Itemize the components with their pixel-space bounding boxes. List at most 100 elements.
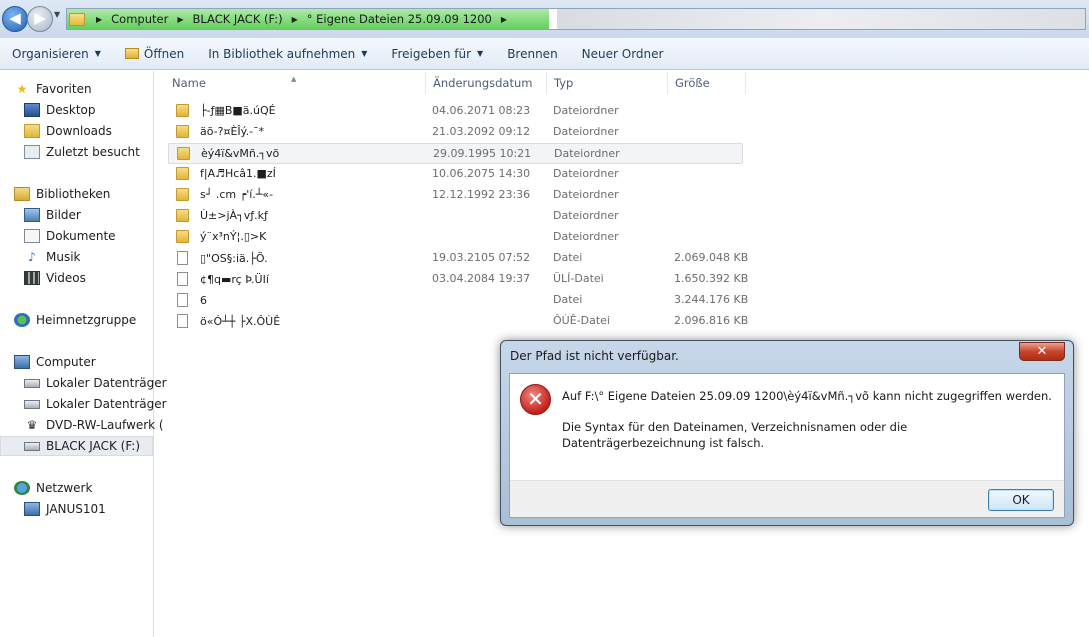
breadcrumb-drive[interactable]: BLACK JACK (F:)	[188, 12, 286, 26]
file-name-cell: ý¨x³nÝ¦.▯>K	[176, 230, 266, 243]
file-type: Dateiordner	[553, 188, 619, 201]
nav-pictures[interactable]: Bilder	[24, 205, 81, 225]
column-label: Größe	[675, 76, 710, 90]
chevron-down-icon: ▼	[477, 49, 484, 58]
file-name-cell: ö«Ó┴┼ ├X.ÔÙÊ	[176, 314, 280, 328]
chevron-right-icon[interactable]: ▶	[91, 15, 107, 24]
new-folder-button[interactable]: Neuer Ordner	[570, 47, 676, 61]
share-button[interactable]: Freigeben für ▼	[379, 47, 495, 61]
nav-label: Videos	[46, 271, 86, 285]
file-type: ÜLÍ-Datei	[553, 272, 604, 285]
nav-desktop[interactable]: Desktop	[24, 100, 96, 120]
file-type: ÔÙÊ-Datei	[553, 314, 610, 327]
file-size: 1.650.392 KB	[674, 272, 749, 285]
nav-label: Zuletzt besucht	[46, 145, 140, 159]
list-item-selected[interactable]: èý4ï&vMñ.┐võ 29.09.1995 10:21 Dateiordne…	[168, 143, 743, 164]
list-item[interactable]: ├-ƒ▦B■ä.úQÉ 04.06.2071 08:23 Dateiordner	[168, 101, 743, 122]
chevron-right-icon[interactable]: ▶	[496, 15, 512, 24]
file-type: Dateiordner	[553, 167, 619, 180]
recent-places-icon	[24, 145, 40, 159]
chevron-right-icon[interactable]: ▶	[172, 15, 188, 24]
nav-dvd-drive[interactable]: ♛ DVD-RW-Laufwerk (	[24, 415, 164, 435]
list-item[interactable]: s┘ .cm ┍'í.┴«- 12.12.1992 23:36 Dateiord…	[168, 185, 743, 206]
column-header-size[interactable]: Größe	[669, 72, 746, 94]
organize-button[interactable]: Organisieren ▼	[0, 47, 113, 61]
forward-button[interactable]: ▶	[27, 6, 53, 32]
nav-janus101[interactable]: JANUS101	[24, 499, 106, 519]
homegroup-icon	[14, 313, 30, 327]
nav-music[interactable]: ♪ Musik	[24, 247, 81, 267]
file-date: 12.12.1992 23:36	[432, 188, 531, 201]
nav-libraries[interactable]: Bibliotheken	[14, 184, 110, 204]
file-name-cell: ¢¶q▬rç Þ.ÜIí	[176, 272, 269, 286]
file-name: f|A♬Hcâ1.■zÍ	[200, 167, 276, 180]
nav-label: Bilder	[46, 208, 81, 222]
nav-downloads[interactable]: Downloads	[24, 121, 112, 141]
close-button[interactable]: ✕	[1019, 342, 1065, 361]
list-item[interactable]: ¢¶q▬rç Þ.ÜIí 03.04.2084 19:37 ÜLÍ-Datei …	[168, 269, 748, 290]
nav-favorites[interactable]: ★ Favoriten	[14, 79, 92, 99]
nav-local-disk-2[interactable]: Lokaler Datenträger	[24, 394, 167, 414]
breadcrumb-computer[interactable]: Computer	[107, 12, 172, 26]
nav-recent[interactable]: Zuletzt besucht	[24, 142, 140, 162]
nav-label: BLACK JACK (F:)	[46, 439, 141, 453]
error-detail: Die Syntax für den Dateinamen, Verzeichn…	[562, 420, 908, 450]
dialog-title: Der Pfad ist nicht verfügbar.	[510, 349, 679, 363]
file-type: Dateiordner	[553, 209, 619, 222]
documents-icon	[24, 229, 40, 243]
folder-icon	[69, 12, 85, 26]
file-size: 2.096.816 KB	[674, 314, 749, 327]
file-name: s┘ .cm ┍'í.┴«-	[200, 188, 274, 201]
nav-documents[interactable]: Dokumente	[24, 226, 116, 246]
back-button[interactable]: ◀	[2, 6, 28, 32]
sort-ascending-icon: ▲	[291, 75, 297, 83]
error-icon: ✕	[520, 384, 551, 415]
organize-label: Organisieren	[12, 46, 89, 61]
nav-homegroup[interactable]: Heimnetzgruppe	[14, 310, 136, 330]
nav-computer[interactable]: Computer	[14, 352, 96, 372]
file-name-cell: s┘ .cm ┍'í.┴«-	[176, 188, 273, 201]
list-item[interactable]: ý¨x³nÝ¦.▯>K Dateiordner	[168, 227, 743, 248]
libraries-icon	[14, 187, 30, 201]
file-type: Datei	[553, 293, 583, 306]
nav-label: Netzwerk	[36, 481, 93, 495]
burn-button[interactable]: Brennen	[495, 47, 569, 61]
nav-label: Downloads	[46, 124, 112, 138]
nav-network[interactable]: Netzwerk	[14, 478, 92, 498]
usb-drive-icon	[24, 441, 40, 451]
chevron-right-icon[interactable]: ▶	[287, 15, 303, 24]
file-icon	[177, 272, 188, 286]
open-button[interactable]: Öffnen	[113, 47, 196, 61]
dialog-body: ✕ Auf F:\° Eigene Dateien 25.09.09 1200\…	[509, 373, 1065, 518]
nav-label: DVD-RW-Laufwerk (	[46, 418, 164, 432]
file-type: Dateiordner	[553, 230, 619, 243]
nav-black-jack-drive[interactable]: BLACK JACK (F:)	[0, 436, 153, 456]
breadcrumb-folder[interactable]: ° Eigene Dateien 25.09.09 1200	[303, 12, 496, 26]
file-name-cell: äõ-?¤ÈÎý.-¯*	[176, 125, 264, 138]
add-to-library-button[interactable]: In Bibliothek aufnehmen ▼	[196, 47, 379, 61]
list-item[interactable]: ö«Ó┴┼ ├X.ÔÙÊ ÔÙÊ-Datei 2.096.816 KB	[168, 311, 748, 332]
file-icon	[177, 314, 188, 328]
nav-videos[interactable]: Videos	[24, 268, 86, 288]
history-dropdown-icon[interactable]: ▼	[54, 10, 60, 19]
nav-label: Musik	[46, 250, 81, 264]
column-header-name[interactable]: ▲ Name	[166, 72, 426, 94]
column-header-type[interactable]: Typ	[548, 72, 668, 94]
file-date: 03.04.2084 19:37	[432, 272, 531, 285]
list-item[interactable]: 6 Datei 3.244.176 KB	[168, 290, 748, 311]
nav-label: Desktop	[46, 103, 96, 117]
list-item[interactable]: Ù±>jÀ┐vƒ.kƒ Dateiordner	[168, 206, 743, 227]
file-name: ö«Ó┴┼ ├X.ÔÙÊ	[200, 314, 281, 328]
list-item[interactable]: ▯"OS§:iä.├Õ. 19.03.2105 07:52 Datei 2.06…	[168, 248, 748, 269]
list-item[interactable]: äõ-?¤ÈÎý.-¯* 21.03.2092 09:12 Dateiordne…	[168, 122, 743, 143]
folder-icon	[176, 125, 189, 138]
list-item[interactable]: f|A♬Hcâ1.■zÍ 10.06.2075 14:30 Dateiordne…	[168, 164, 743, 185]
chevron-down-icon: ▼	[361, 49, 368, 58]
column-header-date[interactable]: Änderungsdatum	[427, 72, 547, 94]
file-type: Dateiordner	[553, 125, 619, 138]
folder-icon	[176, 167, 189, 180]
nav-label: Dokumente	[46, 229, 116, 243]
breadcrumb[interactable]: ▶ Computer ▶ BLACK JACK (F:) ▶ ° Eigene …	[66, 8, 1086, 30]
nav-local-disk-1[interactable]: Lokaler Datenträger	[24, 373, 167, 393]
ok-button[interactable]: OK	[988, 489, 1054, 511]
